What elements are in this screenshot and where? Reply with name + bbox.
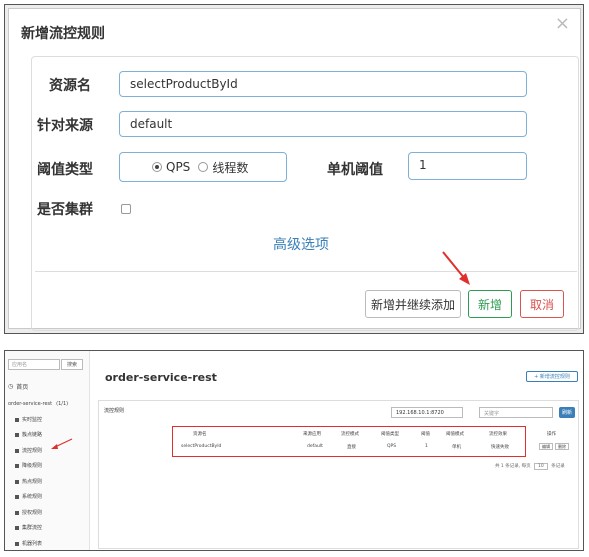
refresh-button[interactable]: 刷新	[559, 407, 575, 418]
annotation-arrow-icon	[442, 251, 470, 285]
flow-rules-card: 流控规则 192.168.10.1:8720 关键字 刷新 资源名 来源应用 流…	[98, 400, 579, 549]
pagination: 共 1 条记录, 每页 10 条记录	[495, 463, 565, 470]
new-flow-rule-button[interactable]: + 新增流控规则	[526, 371, 578, 382]
machine-select[interactable]: 192.168.10.1:8720	[391, 407, 463, 418]
pager-tail: 条记录	[551, 464, 565, 469]
annotation-arrow-icon	[51, 438, 73, 449]
delete-button[interactable]: 删除	[555, 443, 569, 450]
edit-button[interactable]: 编辑	[539, 443, 553, 450]
console-screenshot: 应用名 搜索 ◷ 首页 order-service-rest (1/1) 实时监…	[4, 350, 584, 551]
sidebar: 应用名 搜索 ◷ 首页 order-service-rest (1/1) 实时监…	[5, 351, 90, 550]
highlight-box	[172, 426, 526, 457]
card-title: 流控规则	[104, 408, 125, 414]
keyword-input[interactable]: 关键字	[479, 407, 553, 418]
pager-text: 共 1 条记录, 每页	[495, 464, 531, 469]
dialog-screenshot: 新增流控规则 × 资源名 selectProductById 针对来源 defa…	[4, 4, 584, 334]
page-size-input[interactable]: 10	[534, 463, 548, 470]
add-flow-rule-dialog: 新增流控规则 × 资源名 selectProductById 针对来源 defa…	[8, 8, 581, 331]
col-header: 操作	[547, 432, 556, 437]
page-title: order-service-rest	[105, 371, 217, 384]
